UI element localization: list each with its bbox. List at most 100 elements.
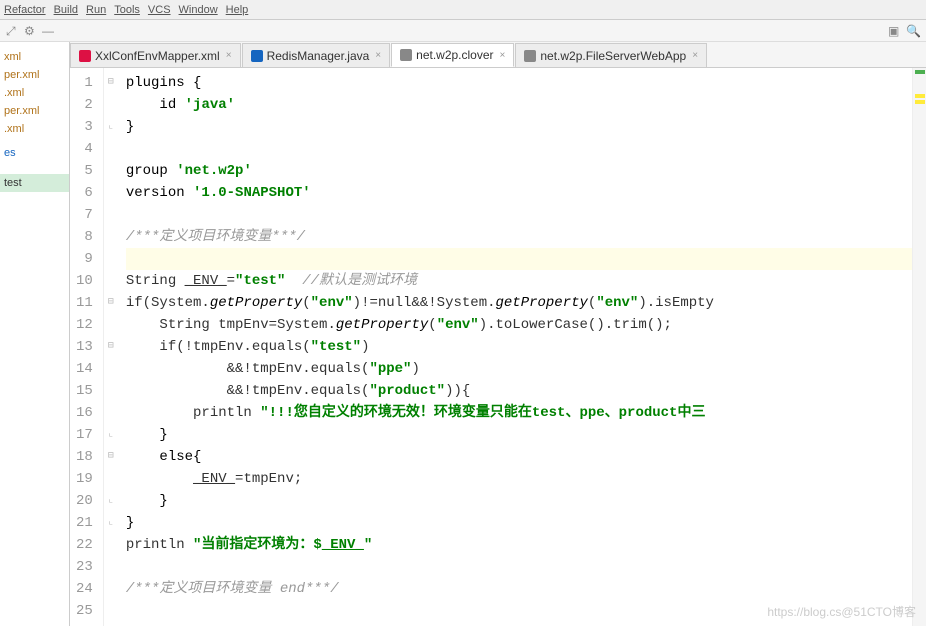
toolbar: ⤢ ⚙ — ▣ 🔍 — [0, 20, 926, 42]
tab-3[interactable]: net.w2p.FileServerWebApp × — [515, 43, 707, 67]
main-area: xmlper.xml.xmlper.xml.xmlestest XxlConfE… — [0, 42, 926, 626]
fold-marker[interactable] — [104, 468, 118, 490]
line-number: 14 — [76, 358, 93, 380]
sidebar-item-1[interactable]: per.xml — [0, 66, 69, 84]
fold-column[interactable]: ⊟⌞⊟⊟⌞⊟⌞⌞ — [104, 68, 118, 626]
code-line[interactable]: String tmpEnv=System.getProperty("env").… — [126, 314, 912, 336]
line-number: 7 — [76, 204, 93, 226]
fold-marker[interactable] — [104, 556, 118, 578]
line-number: 18 — [76, 446, 93, 468]
code-line[interactable]: &&!tmpEnv.equals("ppe") — [126, 358, 912, 380]
code-line[interactable]: } — [126, 512, 912, 534]
fold-marker[interactable] — [104, 270, 118, 292]
sidebar-item-4[interactable]: .xml — [0, 120, 69, 138]
sidebar-item-2[interactable]: .xml — [0, 84, 69, 102]
tab-0[interactable]: XxlConfEnvMapper.xml× — [70, 43, 241, 67]
code-editor[interactable]: 1234567891011121314151617181920212223242… — [70, 68, 926, 626]
code-line[interactable]: } — [126, 116, 912, 138]
code-line[interactable] — [126, 556, 912, 578]
code-line[interactable] — [126, 138, 912, 160]
code-line[interactable]: &&!tmpEnv.equals("product")){ — [126, 380, 912, 402]
menu-refactor[interactable]: Refactor — [4, 4, 46, 16]
fold-marker[interactable] — [104, 600, 118, 622]
code-line[interactable]: if(System.getProperty("env")!=null&&!Sys… — [126, 292, 912, 314]
sidebar-item-9[interactable]: test — [0, 174, 69, 192]
code-line[interactable]: println "当前指定环境为：$_ENV_" — [126, 534, 912, 556]
tab-label: RedisManager.java — [267, 49, 370, 63]
marker-strip[interactable] — [912, 68, 926, 626]
tab-1[interactable]: RedisManager.java × — [242, 43, 391, 67]
fold-marker[interactable]: ⊟ — [104, 292, 118, 314]
editor-tabs: XxlConfEnvMapper.xml×RedisManager.java×n… — [70, 42, 926, 68]
close-icon[interactable]: × — [692, 50, 698, 61]
watermark-text: https://blog.cs@51CTO博客 — [767, 603, 916, 620]
code-line[interactable]: String _ENV_="test" //默认是测试环境 — [126, 270, 912, 292]
fold-marker[interactable] — [104, 314, 118, 336]
code-line[interactable]: else{ — [126, 446, 912, 468]
minus-icon[interactable]: — — [42, 24, 56, 38]
fold-marker[interactable] — [104, 248, 118, 270]
fold-marker[interactable]: ⊟ — [104, 446, 118, 468]
main-menubar: Refactor Build Run Tools VCS Window Help — [0, 0, 926, 20]
line-number: 11 — [76, 292, 93, 314]
code-line[interactable]: if(!tmpEnv.equals("test") — [126, 336, 912, 358]
line-number: 23 — [76, 556, 93, 578]
tab-label: net.w2p.clover — [416, 48, 493, 62]
code-line[interactable] — [126, 204, 912, 226]
fold-marker[interactable] — [104, 226, 118, 248]
gear-icon[interactable]: ⚙ — [24, 24, 38, 38]
sidebar-item-3[interactable]: per.xml — [0, 102, 69, 120]
code-line[interactable]: version '1.0-SNAPSHOT' — [126, 182, 912, 204]
code-line[interactable]: group 'net.w2p' — [126, 160, 912, 182]
line-number: 6 — [76, 182, 93, 204]
code-line[interactable]: plugins { — [126, 72, 912, 94]
code-line[interactable]: /***定义项目环境变量 end***/ — [126, 578, 912, 600]
tab-label: net.w2p.FileServerWebApp — [540, 49, 686, 63]
fold-marker[interactable] — [104, 160, 118, 182]
layout-icon[interactable]: ▣ — [888, 24, 902, 38]
code-line[interactable]: /***定义项目环境变量***/ — [126, 226, 912, 248]
close-icon[interactable]: × — [375, 50, 381, 61]
code-line[interactable]: println "!!!您自定义的环境无效！环境变量只能在test、ppe、pr… — [126, 402, 912, 424]
search-icon[interactable]: 🔍 — [906, 24, 920, 38]
fold-marker[interactable] — [104, 358, 118, 380]
line-number: 20 — [76, 490, 93, 512]
line-number: 13 — [76, 336, 93, 358]
close-icon[interactable]: × — [226, 50, 232, 61]
fold-marker[interactable] — [104, 402, 118, 424]
fold-marker[interactable]: ⌞ — [104, 424, 118, 446]
expand-icon[interactable]: ⤢ — [6, 24, 20, 38]
code-line[interactable]: } — [126, 490, 912, 512]
fold-marker[interactable] — [104, 578, 118, 600]
fold-marker[interactable] — [104, 534, 118, 556]
menu-build[interactable]: Build — [54, 4, 78, 16]
menu-help[interactable]: Help — [226, 4, 249, 16]
sidebar-item-6[interactable]: es — [0, 144, 69, 162]
menu-window[interactable]: Window — [179, 4, 218, 16]
sidebar-item-0[interactable]: xml — [0, 48, 69, 66]
fold-marker[interactable]: ⊟ — [104, 336, 118, 358]
code-line[interactable] — [126, 248, 912, 270]
fold-marker[interactable]: ⌞ — [104, 116, 118, 138]
code-line[interactable]: } — [126, 424, 912, 446]
editor-area: XxlConfEnvMapper.xml×RedisManager.java×n… — [70, 42, 926, 626]
fold-marker[interactable]: ⊟ — [104, 72, 118, 94]
menu-tools[interactable]: Tools — [114, 4, 140, 16]
code-content[interactable]: plugins { id 'java'} group 'net.w2p'vers… — [118, 68, 912, 626]
fold-marker[interactable] — [104, 94, 118, 116]
fold-marker[interactable] — [104, 204, 118, 226]
code-line[interactable]: _ENV_=tmpEnv; — [126, 468, 912, 490]
fold-marker[interactable] — [104, 138, 118, 160]
code-line[interactable]: id 'java' — [126, 94, 912, 116]
line-number: 25 — [76, 600, 93, 622]
fold-marker[interactable]: ⌞ — [104, 512, 118, 534]
menu-run[interactable]: Run — [86, 4, 106, 16]
fold-marker[interactable] — [104, 380, 118, 402]
menu-vcs[interactable]: VCS — [148, 4, 171, 16]
project-sidebar[interactable]: xmlper.xml.xmlper.xml.xmlestest — [0, 42, 70, 626]
fold-marker[interactable] — [104, 182, 118, 204]
fold-marker[interactable]: ⌞ — [104, 490, 118, 512]
line-number: 4 — [76, 138, 93, 160]
tab-2[interactable]: net.w2p.clover × — [391, 43, 514, 67]
close-icon[interactable]: × — [500, 50, 506, 61]
